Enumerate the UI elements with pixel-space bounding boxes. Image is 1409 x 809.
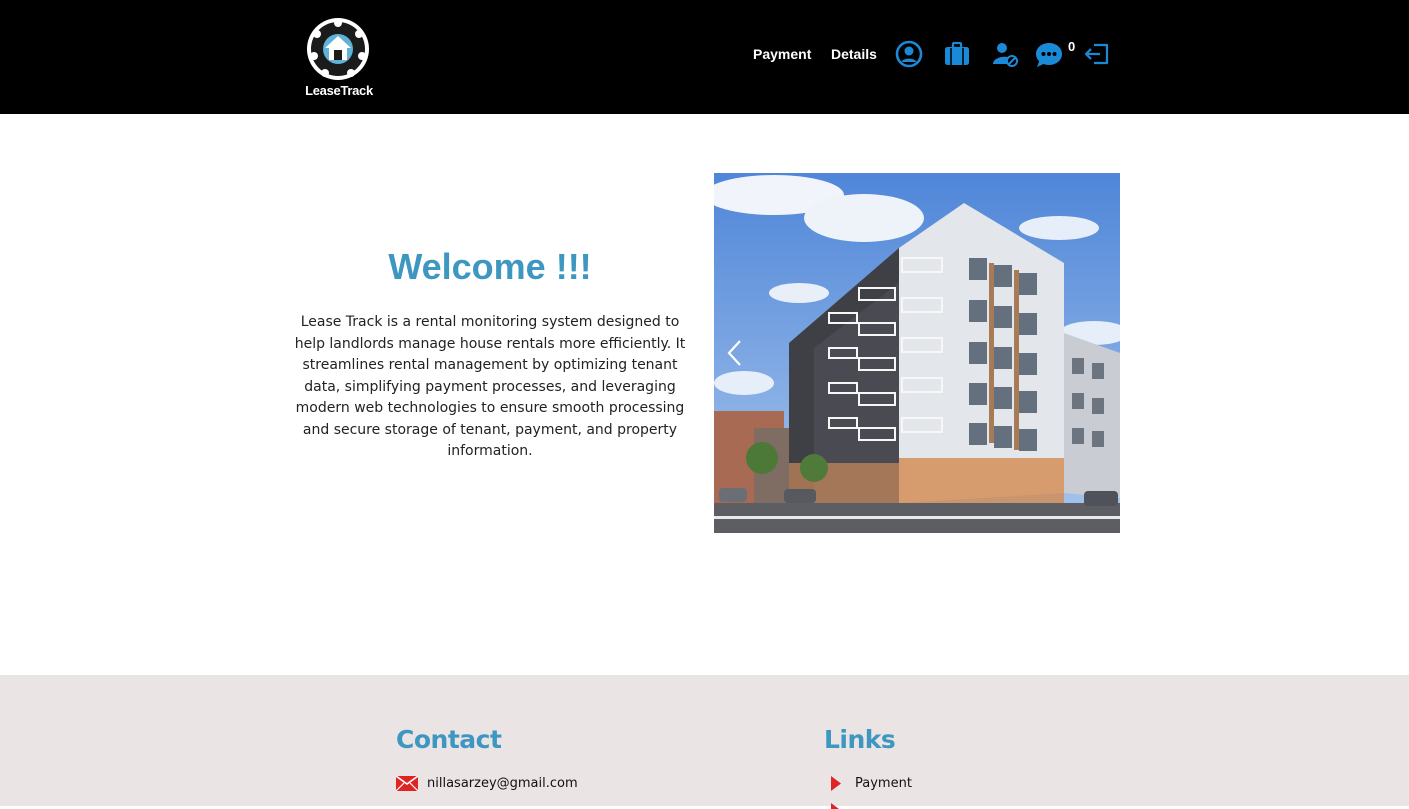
welcome-title: Welcome !!! (388, 246, 592, 287)
apartment-building-image (714, 173, 1120, 533)
logout-icon[interactable] (1083, 40, 1111, 68)
carousel-prev-icon[interactable] (724, 339, 746, 367)
top-navbar: LeaseTrack Payment Details 0 (0, 0, 1409, 114)
contact-heading: Contact (396, 725, 502, 754)
logo-house-icon (307, 18, 369, 80)
user-blocked-icon[interactable] (991, 40, 1019, 68)
chat-icon[interactable] (1035, 41, 1063, 69)
welcome-description: Lease Track is a rental monitoring syste… (294, 314, 686, 459)
briefcase-icon[interactable] (943, 40, 971, 68)
profile-icon[interactable] (895, 40, 923, 68)
links-heading: Links (824, 725, 896, 754)
nav-details-link[interactable]: Details (831, 46, 877, 62)
property-image-carousel[interactable] (714, 173, 1120, 533)
contact-email[interactable]: nillasarzey@gmail.com (427, 776, 578, 791)
footer-link-payment[interactable]: Payment (855, 776, 912, 791)
caret-right-icon (831, 803, 839, 809)
email-icon (396, 776, 418, 791)
nav-payment-link[interactable]: Payment (753, 46, 811, 62)
message-count-badge: 0 (1068, 39, 1076, 54)
logo[interactable]: LeaseTrack (300, 14, 378, 100)
logo-text: LeaseTrack (305, 83, 373, 98)
footer: Contact nillasarzey@gmail.com Links Paym… (0, 675, 1409, 809)
caret-right-icon (831, 776, 841, 791)
